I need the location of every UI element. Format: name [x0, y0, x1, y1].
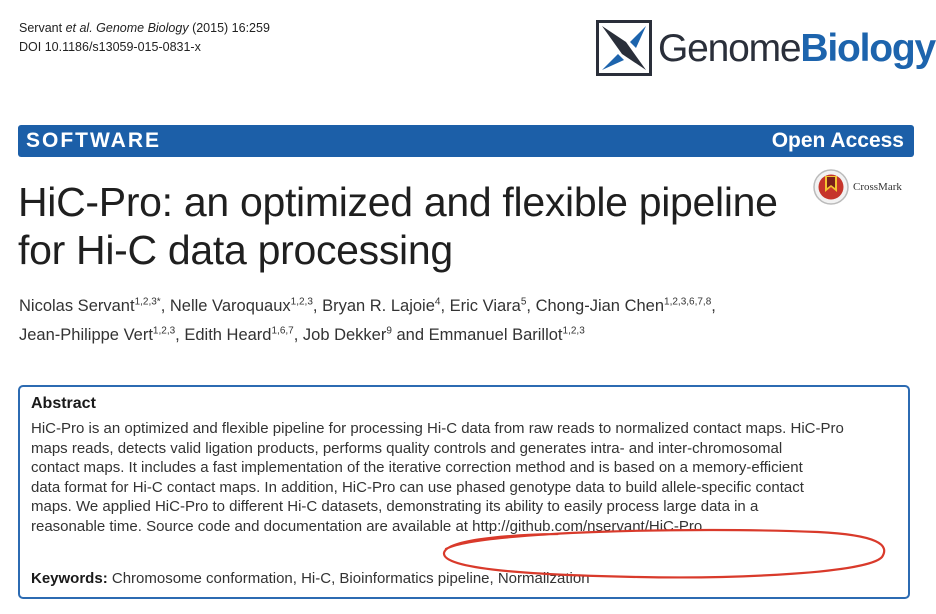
abstract-heading: Abstract — [31, 395, 96, 412]
year-volume: (2015) 16:259 — [192, 21, 270, 35]
logo-wordmark: GenomeBiology — [658, 27, 936, 70]
abstract-text: HiC-Pro is an optimized and flexible pip… — [31, 419, 903, 537]
author[interactable]: Job Dekker9 — [303, 326, 392, 344]
abstract-line: contact maps. It includes a fast impleme… — [31, 459, 803, 477]
journal-logo-icon — [596, 20, 652, 76]
author[interactable]: Emmanuel Barillot1,2,3 — [429, 326, 585, 344]
author[interactable]: Jean-Philippe Vert1,2,3 — [19, 326, 175, 344]
citation-block: Servant et al. Genome Biology (2015) 16:… — [19, 19, 270, 57]
abstract-box: Abstract HiC-Pro is an optimized and fle… — [18, 385, 910, 599]
crossmark-badge[interactable]: CrossMark — [812, 168, 922, 208]
section-banner: SOFTWARE Open Access — [18, 125, 914, 157]
keywords-label: Keywords: — [31, 570, 108, 587]
abstract-line: maps. We applied HiC-Pro to different Hi… — [31, 498, 759, 516]
abstract-line: data format for Hi-C contact maps. In ad… — [31, 478, 804, 496]
author[interactable]: Chong-Jian Chen1,2,3,6,7,8 — [536, 297, 712, 315]
crossmark-icon — [813, 169, 849, 205]
article-title: HiC-Pro: an optimized and flexible pipel… — [18, 179, 778, 273]
author[interactable]: Bryan R. Lajoie4 — [322, 297, 440, 315]
abstract-line: reasonable time. Source code and documen… — [31, 517, 707, 535]
abstract-line: HiC-Pro is an optimized and flexible pip… — [31, 420, 844, 437]
author[interactable]: Nicolas Servant1,2,3* — [19, 297, 161, 315]
author-list: Nicolas Servant1,2,3*, Nelle Varoquaux1,… — [19, 296, 716, 344]
author[interactable]: Edith Heard1,6,7 — [184, 326, 293, 344]
author[interactable]: Eric Viara5 — [450, 297, 527, 315]
open-access-label[interactable]: Open Access — [772, 129, 904, 153]
author[interactable]: Nelle Varoquaux1,2,3 — [170, 297, 313, 315]
keywords-list: Chromosome conformation, Hi-C, Bioinform… — [111, 570, 590, 587]
citation-line: Servant et al. Genome Biology (2015) 16:… — [19, 21, 270, 35]
citation-etal: et al. — [65, 21, 93, 35]
abstract-line: maps reads, detects valid ligation produ… — [31, 439, 783, 457]
crossmark-label: CrossMark — [853, 181, 902, 193]
keywords: Keywords: Chromosome conformation, Hi-C,… — [31, 570, 590, 587]
genome-biology-logo: GenomeBiology — [596, 20, 936, 78]
journal-name: Genome Biology — [96, 21, 189, 35]
section-label: SOFTWARE — [26, 129, 161, 152]
doi: DOI 10.1186/s13059-015-0831-x — [19, 40, 201, 54]
